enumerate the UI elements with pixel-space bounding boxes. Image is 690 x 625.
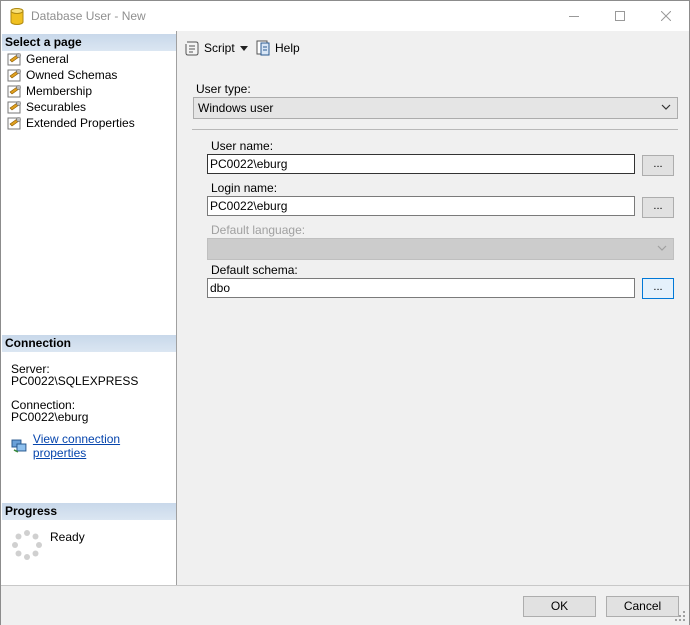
user-type-select[interactable]: Windows user — [193, 97, 678, 119]
close-icon — [661, 11, 671, 21]
chevron-down-icon — [661, 104, 671, 110]
close-button[interactable] — [643, 1, 689, 31]
user-type-label: User type: — [196, 82, 251, 96]
page-item-label: General — [26, 52, 69, 66]
progress-status: Ready — [50, 530, 85, 544]
minimize-icon — [569, 16, 579, 17]
user-type-value: Windows user — [198, 101, 274, 115]
select-page-header: Select a page — [2, 34, 176, 51]
maximize-button[interactable] — [597, 1, 643, 31]
database-icon — [10, 8, 24, 25]
wrench-page-icon — [7, 101, 21, 114]
network-connection-icon — [11, 439, 27, 453]
script-icon — [185, 41, 199, 56]
window-title: Database User - New — [31, 9, 146, 23]
resize-grip-icon[interactable] — [674, 610, 686, 622]
page-item-label: Membership — [26, 84, 93, 98]
separator — [192, 129, 678, 130]
default-language-select[interactable] — [207, 238, 674, 260]
login-name-browse-button[interactable]: ... — [642, 197, 674, 218]
script-button[interactable]: Script — [184, 40, 235, 56]
maximize-icon — [615, 11, 625, 21]
connection-value: PC0022\eburg — [11, 410, 89, 424]
view-connection-properties-link[interactable]: View connection properties — [11, 432, 176, 460]
user-name-input[interactable]: PC0022\eburg — [207, 154, 635, 174]
wrench-page-icon — [7, 117, 21, 130]
page-item-extended-properties[interactable]: Extended Properties — [7, 115, 135, 131]
toolbar: Script Help — [178, 31, 689, 65]
progress-header: Progress — [2, 503, 176, 520]
user-name-browse-button[interactable]: ... — [642, 155, 674, 176]
login-name-label: Login name: — [211, 181, 278, 195]
left-panel: Select a page General Owned Schemas Memb… — [1, 31, 177, 585]
script-dropdown-button[interactable] — [240, 46, 248, 51]
default-language-label: Default language: — [211, 223, 306, 237]
page-item-label: Owned Schemas — [26, 68, 118, 82]
script-label: Script — [204, 41, 235, 55]
chevron-down-icon — [657, 245, 667, 251]
page-item-label: Securables — [26, 100, 87, 114]
title-bar: Database User - New — [1, 1, 689, 31]
help-button[interactable]: Help — [255, 40, 300, 56]
caret-down-icon — [240, 46, 248, 51]
help-label: Help — [275, 41, 300, 55]
cancel-button[interactable]: Cancel — [606, 596, 679, 617]
wrench-page-icon — [7, 85, 21, 98]
wrench-page-icon — [7, 53, 21, 66]
default-schema-input[interactable]: dbo — [207, 278, 635, 298]
help-icon — [256, 40, 270, 56]
general-page-panel: User type: Windows user User name: PC002… — [178, 65, 689, 585]
default-schema-label: Default schema: — [211, 263, 298, 277]
dialog-footer: OK Cancel — [1, 585, 689, 625]
server-value: PC0022\SQLEXPRESS — [11, 374, 139, 388]
page-item-securables[interactable]: Securables — [7, 99, 86, 115]
page-item-membership[interactable]: Membership — [7, 83, 92, 99]
login-name-input[interactable]: PC0022\eburg — [207, 196, 635, 216]
wrench-page-icon — [7, 69, 21, 82]
page-item-label: Extended Properties — [26, 116, 135, 130]
ok-button[interactable]: OK — [523, 596, 596, 617]
connection-header: Connection — [2, 335, 176, 352]
dialog-window: Database User - New Select a page Genera… — [0, 0, 690, 625]
default-schema-browse-button[interactable]: ... — [642, 278, 674, 299]
page-item-general[interactable]: General — [7, 51, 69, 67]
user-name-label: User name: — [211, 139, 274, 153]
view-connection-link-text[interactable]: View connection properties — [33, 432, 176, 460]
progress-spinner-icon — [12, 530, 42, 560]
minimize-button[interactable] — [551, 1, 597, 31]
page-item-owned-schemas[interactable]: Owned Schemas — [7, 67, 117, 83]
